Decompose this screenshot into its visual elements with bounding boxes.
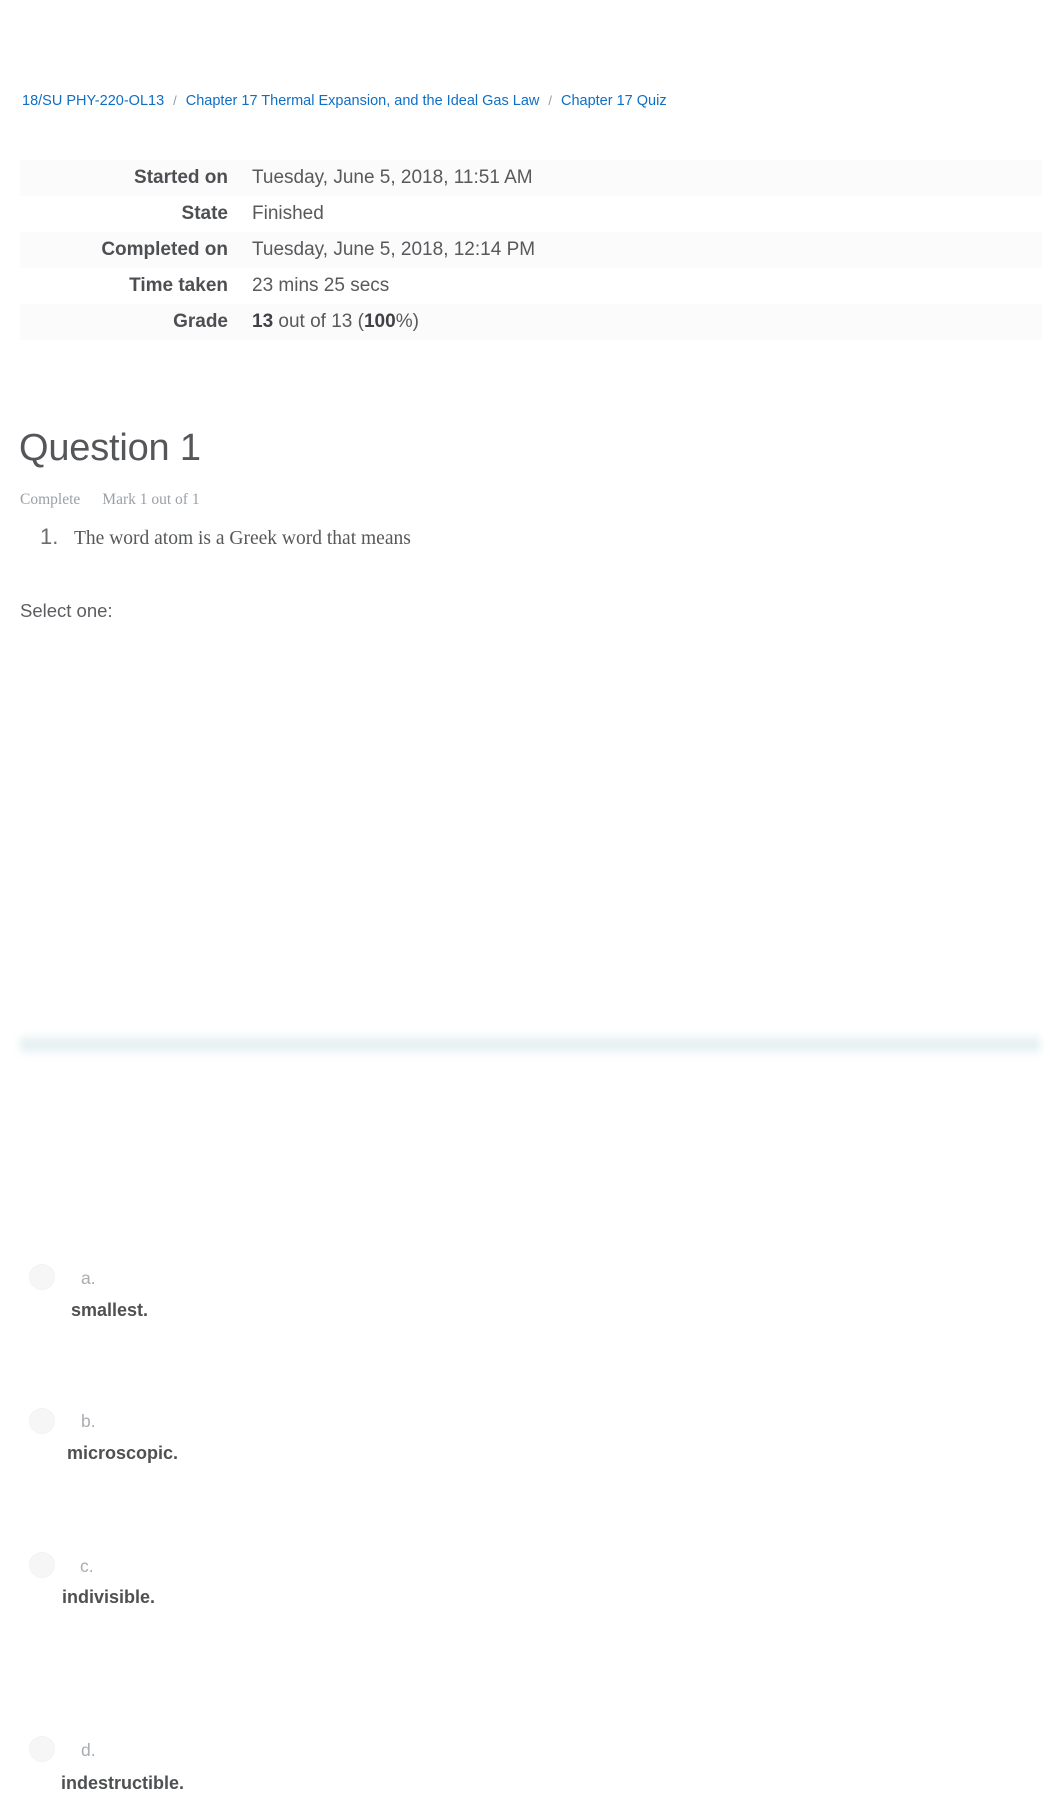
- breadcrumb: 18/SU PHY-220-OL13 / Chapter 17 Thermal …: [22, 93, 667, 109]
- table-row: Grade 13 out of 13 (100%): [20, 304, 1042, 340]
- question-feedback-banner: [20, 1033, 1040, 1057]
- page-title: Question 1: [19, 427, 201, 469]
- summary-value-grade: 13 out of 13 (100%): [238, 304, 1042, 340]
- question-state: Complete: [20, 491, 81, 508]
- grade-score: 13: [252, 311, 274, 332]
- select-one-label: Select one:: [20, 600, 113, 621]
- summary-value-time-taken: 23 mins 25 secs: [252, 275, 390, 296]
- summary-label-grade: Grade: [173, 311, 228, 332]
- option-letter-c: c.: [80, 1556, 94, 1576]
- option-text-d[interactable]: indestructible.: [61, 1773, 184, 1794]
- table-row: Time taken 23 mins 25 secs: [20, 268, 1042, 304]
- radio-option-d[interactable]: [29, 1736, 55, 1762]
- list-item[interactable]: b. microscopic.: [0, 688, 1062, 1463]
- question-mark: Mark 1 out of 1: [102, 491, 200, 508]
- question-text: The word atom is a Greek word that means: [74, 528, 411, 549]
- grade-middle: out of 13 (: [273, 311, 364, 332]
- option-letter-d: d.: [81, 1740, 96, 1760]
- grade-percent: 100: [363, 311, 396, 332]
- summary-value-started-on: Tuesday, June 5, 2018, 11:51 AM: [252, 167, 533, 188]
- summary-label-time-taken: Time taken: [129, 275, 228, 296]
- option-letter-b: b.: [81, 1411, 96, 1431]
- option-text-a[interactable]: smallest.: [71, 1300, 148, 1321]
- list-item[interactable]: d. indestructible.: [0, 804, 1062, 1793]
- radio-option-a[interactable]: [29, 1264, 55, 1290]
- question-meta: Complete Mark 1 out of 1: [20, 491, 200, 509]
- list-item[interactable]: c. indivisible.: [0, 746, 1062, 1607]
- table-row: Completed on Tuesday, June 5, 2018, 12:1…: [20, 232, 1042, 268]
- table-row: Started on Tuesday, June 5, 2018, 11:51 …: [20, 160, 1042, 196]
- breadcrumb-item-quiz[interactable]: Chapter 17 Quiz: [561, 93, 667, 109]
- option-text-c[interactable]: indivisible.: [62, 1587, 155, 1608]
- table-row: State Finished: [20, 196, 1042, 232]
- question-stem: 1. The word atom is a Greek word that me…: [40, 524, 411, 550]
- summary-label-state: State: [181, 203, 228, 224]
- quiz-summary-table: Started on Tuesday, June 5, 2018, 11:51 …: [20, 160, 1042, 340]
- list-item[interactable]: a. smallest.: [0, 630, 1062, 1320]
- breadcrumb-separator: /: [548, 93, 552, 108]
- summary-value-state: Finished: [252, 203, 324, 224]
- option-text-b[interactable]: microscopic.: [67, 1443, 178, 1464]
- breadcrumb-separator: /: [173, 93, 177, 108]
- breadcrumb-item-chapter[interactable]: Chapter 17 Thermal Expansion, and the Id…: [186, 93, 540, 109]
- radio-option-b[interactable]: [29, 1408, 55, 1434]
- question-number: 1.: [40, 524, 59, 549]
- answer-options-list: a. smallest. b. microscopic. c. indivisi…: [0, 630, 1062, 1793]
- summary-label-started-on: Started on: [134, 167, 228, 188]
- grade-suffix: %): [395, 311, 419, 332]
- summary-value-completed-on: Tuesday, June 5, 2018, 12:14 PM: [252, 239, 536, 260]
- breadcrumb-item-course[interactable]: 18/SU PHY-220-OL13: [22, 93, 164, 109]
- option-letter-a: a.: [81, 1268, 96, 1288]
- radio-option-c[interactable]: [29, 1552, 55, 1578]
- summary-label-completed-on: Completed on: [101, 239, 228, 260]
